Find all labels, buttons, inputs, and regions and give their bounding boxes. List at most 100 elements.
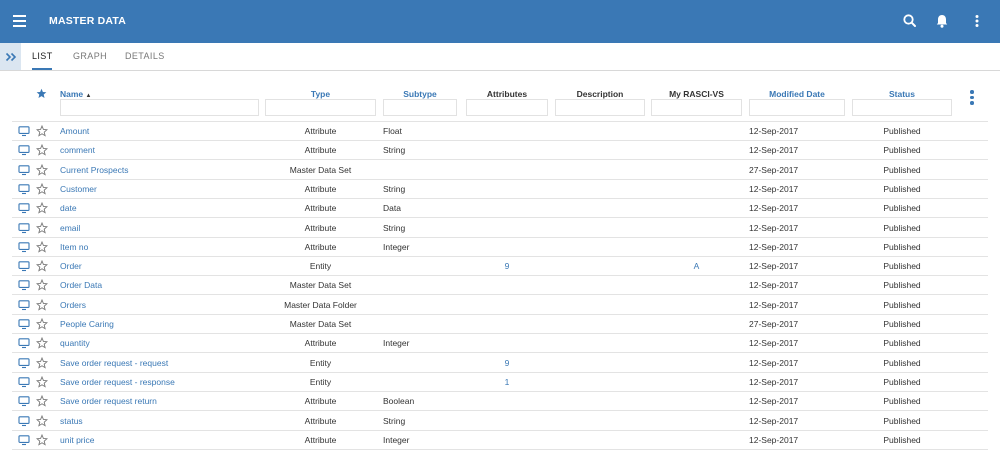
star-outline-icon[interactable] bbox=[36, 125, 48, 137]
table-row[interactable]: quantity Attribute Integer 12-Sep-2017 P… bbox=[12, 334, 988, 354]
column-header-name[interactable]: Name ▲ bbox=[60, 89, 91, 99]
table-row[interactable]: comment Attribute String 12-Sep-2017 Pub… bbox=[12, 141, 988, 161]
star-outline-icon[interactable] bbox=[36, 163, 48, 176]
row-name-link[interactable]: Current Prospects bbox=[60, 165, 129, 175]
row-attributes-count[interactable]: 1 bbox=[466, 377, 548, 387]
row-name-link[interactable]: Customer bbox=[60, 184, 97, 194]
tab-graph[interactable]: GRAPH bbox=[73, 43, 107, 70]
rasci-filter-input[interactable] bbox=[651, 99, 742, 116]
table-row[interactable]: People Caring Master Data Set 27-Sep-201… bbox=[12, 315, 988, 334]
hamburger-menu-icon[interactable] bbox=[13, 15, 26, 27]
column-header-type[interactable]: Type bbox=[265, 89, 376, 99]
view-monitor-icon[interactable] bbox=[18, 318, 30, 330]
view-monitor-icon[interactable] bbox=[18, 395, 30, 407]
star-outline-icon[interactable] bbox=[36, 202, 48, 214]
double-chevron-right-icon bbox=[5, 52, 16, 61]
table-row[interactable]: Amount Attribute Float 12-Sep-2017 Publi… bbox=[12, 122, 988, 141]
row-name-link[interactable]: Amount bbox=[60, 126, 89, 136]
row-name-link[interactable]: date bbox=[60, 203, 77, 213]
view-monitor-icon[interactable] bbox=[18, 415, 30, 427]
view-monitor-icon[interactable] bbox=[18, 125, 30, 137]
table-row[interactable]: unit price Attribute Integer 12-Sep-2017… bbox=[12, 431, 988, 450]
search-icon[interactable] bbox=[901, 12, 919, 30]
row-name-link[interactable]: email bbox=[60, 223, 80, 233]
star-outline-icon[interactable] bbox=[36, 298, 48, 311]
row-subtype: Float bbox=[383, 126, 402, 136]
star-outline-icon[interactable] bbox=[36, 395, 48, 407]
row-name-link[interactable]: Order Data bbox=[60, 280, 102, 290]
view-monitor-icon[interactable] bbox=[18, 202, 30, 214]
description-filter-input[interactable] bbox=[555, 99, 645, 116]
table-row[interactable]: Save order request return Attribute Bool… bbox=[12, 392, 988, 412]
star-outline-icon[interactable] bbox=[36, 182, 48, 195]
row-attributes-count[interactable]: 9 bbox=[466, 261, 548, 271]
view-monitor-icon[interactable] bbox=[18, 241, 30, 253]
star-outline-icon[interactable] bbox=[36, 375, 48, 388]
view-monitor-icon[interactable] bbox=[18, 144, 30, 156]
view-monitor-icon[interactable] bbox=[18, 279, 30, 291]
view-monitor-icon[interactable] bbox=[18, 337, 30, 349]
view-monitor-icon[interactable] bbox=[18, 260, 30, 272]
type-filter-input[interactable] bbox=[265, 99, 376, 116]
star-outline-icon[interactable] bbox=[36, 240, 48, 253]
star-outline-icon[interactable] bbox=[36, 221, 48, 234]
star-outline-icon[interactable] bbox=[36, 356, 48, 369]
table-row[interactable]: Order Data Master Data Set 12-Sep-2017 P… bbox=[12, 276, 988, 296]
row-name-link[interactable]: Save order request - request bbox=[60, 358, 168, 368]
table-row[interactable]: status Attribute String 12-Sep-2017 Publ… bbox=[12, 412, 988, 431]
tab-details[interactable]: DETAILS bbox=[125, 43, 165, 70]
table-row[interactable]: Item no Attribute Integer 12-Sep-2017 Pu… bbox=[12, 238, 988, 257]
view-monitor-icon[interactable] bbox=[18, 357, 30, 369]
table-row[interactable]: Save order request - request Entity 9 12… bbox=[12, 354, 988, 373]
bell-icon[interactable] bbox=[933, 12, 951, 30]
row-name-link[interactable]: status bbox=[60, 416, 83, 426]
column-header-subtype[interactable]: Subtype bbox=[383, 89, 457, 99]
row-name-link[interactable]: comment bbox=[60, 145, 95, 155]
row-name-link[interactable]: Save order request - response bbox=[60, 377, 175, 387]
row-name-link[interactable]: Order bbox=[60, 261, 82, 271]
view-monitor-icon[interactable] bbox=[18, 183, 30, 195]
view-monitor-icon[interactable] bbox=[18, 164, 30, 176]
table-row[interactable]: Orders Master Data Folder 12-Sep-2017 Pu… bbox=[12, 296, 988, 315]
row-name-link[interactable]: Orders bbox=[60, 300, 86, 310]
attributes-filter-input[interactable] bbox=[466, 99, 548, 116]
table-row[interactable]: Order Entity 9 A 12-Sep-2017 Published bbox=[12, 257, 988, 277]
star-outline-icon[interactable] bbox=[36, 318, 48, 330]
column-header-rasci[interactable]: My RASCI-VS bbox=[651, 89, 742, 99]
row-rasci[interactable]: A bbox=[651, 261, 742, 271]
row-name-link[interactable]: unit price bbox=[60, 435, 95, 445]
expand-panel-button[interactable] bbox=[0, 43, 21, 70]
favorite-star-icon[interactable] bbox=[36, 88, 47, 99]
star-outline-icon[interactable] bbox=[36, 144, 48, 156]
subtype-filter-input[interactable] bbox=[383, 99, 457, 116]
table-row[interactable]: date Attribute Data 12-Sep-2017 Publishe… bbox=[12, 199, 988, 219]
column-menu-icon[interactable] bbox=[969, 90, 975, 106]
modified-date-filter-input[interactable] bbox=[749, 99, 845, 116]
name-filter-input[interactable] bbox=[60, 99, 259, 116]
star-outline-icon[interactable] bbox=[36, 337, 48, 349]
star-outline-icon[interactable] bbox=[36, 279, 48, 292]
view-monitor-icon[interactable] bbox=[18, 299, 30, 311]
row-name-link[interactable]: People Caring bbox=[60, 319, 114, 329]
more-vertical-icon[interactable] bbox=[968, 12, 986, 30]
column-header-status[interactable]: Status bbox=[852, 89, 952, 99]
row-name-link[interactable]: quantity bbox=[60, 338, 90, 348]
table-row[interactable]: Current Prospects Master Data Set 27-Sep… bbox=[12, 161, 988, 180]
view-monitor-icon[interactable] bbox=[18, 434, 30, 446]
row-attributes-count[interactable]: 9 bbox=[466, 358, 548, 368]
column-header-modified-date[interactable]: Modified Date bbox=[749, 89, 845, 99]
tab-list[interactable]: LIST bbox=[32, 43, 52, 70]
table-row[interactable]: Customer Attribute String 12-Sep-2017 Pu… bbox=[12, 180, 988, 199]
table-row[interactable]: email Attribute String 12-Sep-2017 Publi… bbox=[12, 219, 988, 238]
star-outline-icon[interactable] bbox=[36, 433, 48, 446]
row-name-link[interactable]: Item no bbox=[60, 242, 88, 252]
star-outline-icon[interactable] bbox=[36, 260, 48, 272]
view-monitor-icon[interactable] bbox=[18, 376, 30, 388]
star-outline-icon[interactable] bbox=[36, 414, 48, 427]
row-name-link[interactable]: Save order request return bbox=[60, 396, 157, 406]
table-row[interactable]: Save order request - response Entity 1 1… bbox=[12, 373, 988, 392]
status-filter-input[interactable] bbox=[852, 99, 952, 116]
column-header-attributes[interactable]: Attributes bbox=[466, 89, 548, 99]
column-header-description[interactable]: Description bbox=[555, 89, 645, 99]
view-monitor-icon[interactable] bbox=[18, 222, 30, 234]
